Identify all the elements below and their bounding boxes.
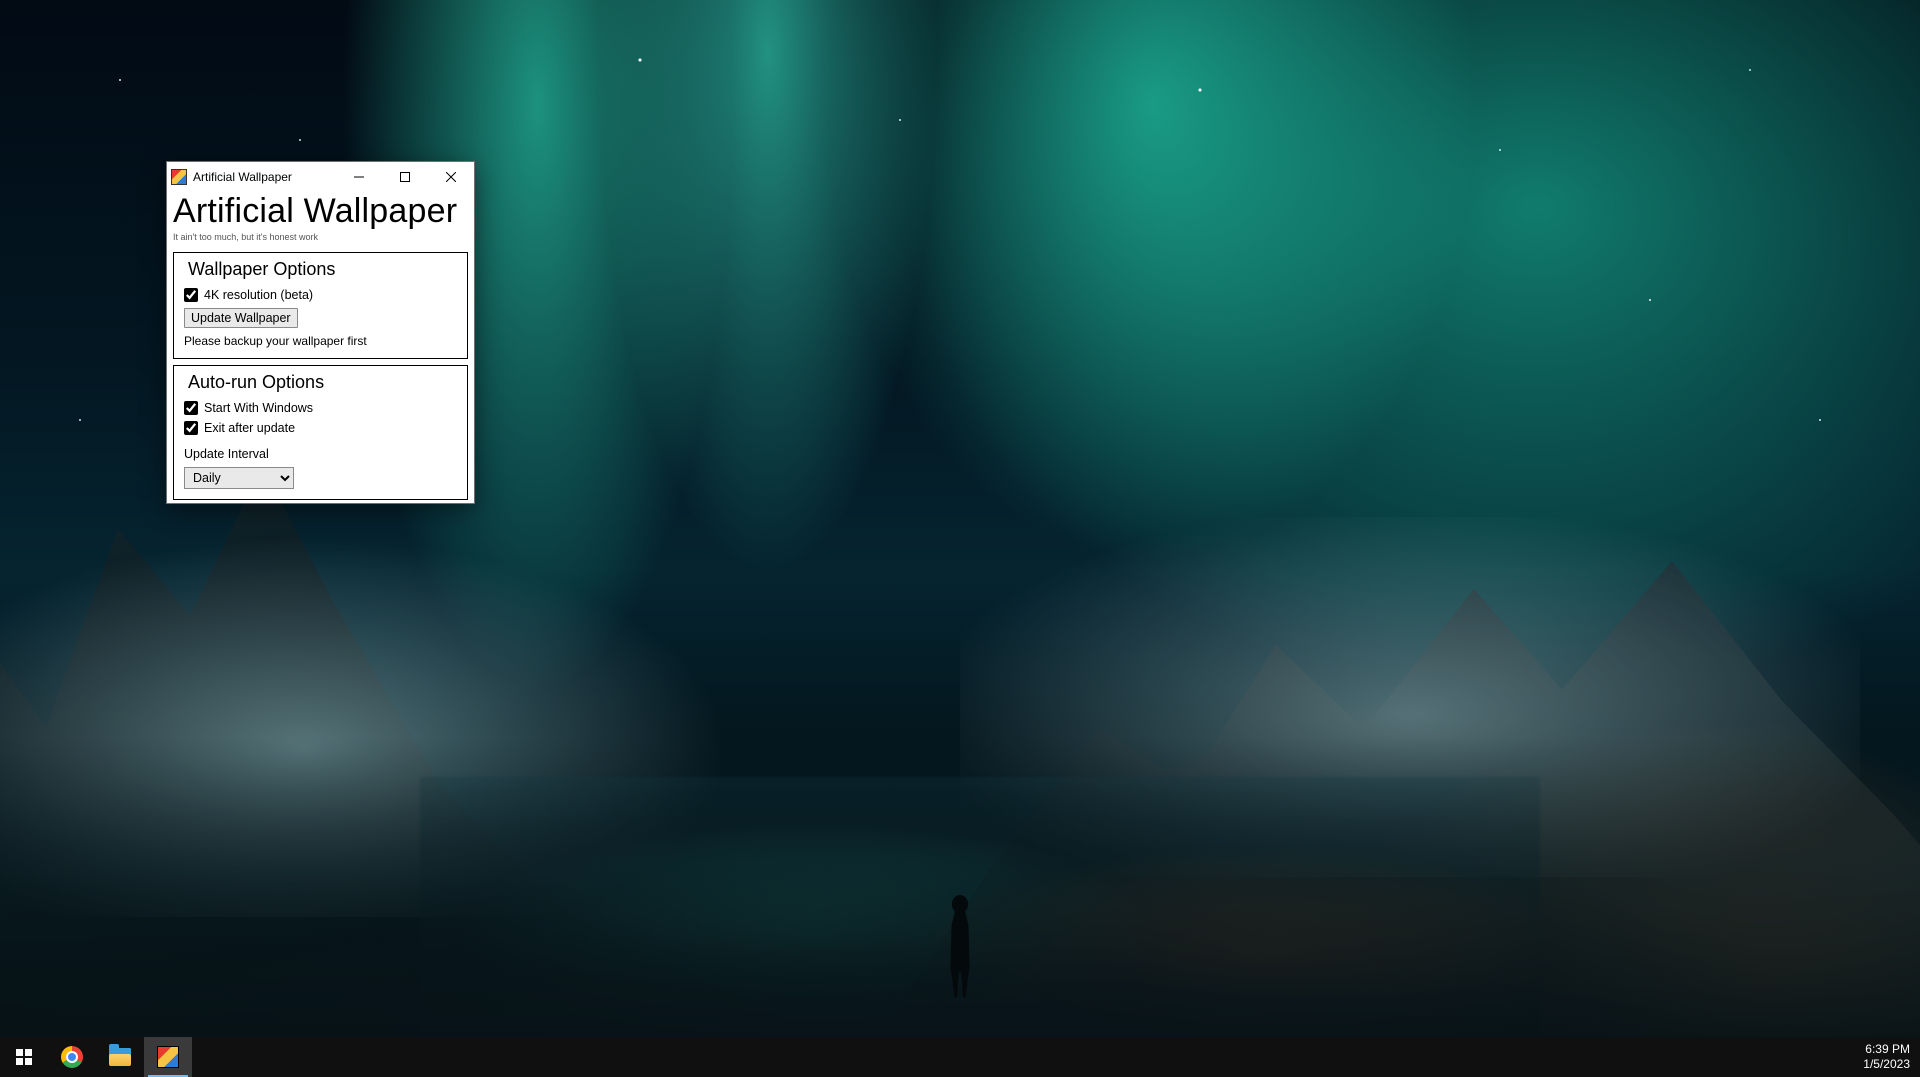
chk-exit-label: Exit after update (204, 421, 295, 435)
backup-hint: Please backup your wallpaper first (184, 334, 457, 348)
chk-4k[interactable] (184, 288, 198, 302)
app-heading: Artificial Wallpaper (173, 194, 468, 230)
close-icon (446, 172, 456, 182)
minimize-icon (354, 172, 364, 182)
windows-logo-icon (16, 1049, 32, 1065)
update-interval-select[interactable]: Daily (184, 467, 294, 489)
chk-exit-after-update[interactable] (184, 421, 198, 435)
wallpaper-options-title: Wallpaper Options (184, 259, 457, 280)
chk-start-with-windows[interactable] (184, 401, 198, 415)
chk-4k-label: 4K resolution (beta) (204, 288, 313, 302)
autorun-options-title: Auto-run Options (184, 372, 457, 393)
taskbar-artificial-wallpaper[interactable] (144, 1037, 192, 1077)
taskbar[interactable]: 6:39 PM 1/5/2023 (0, 1037, 1920, 1077)
titlebar[interactable]: Artificial Wallpaper (167, 162, 474, 192)
chk-start-label: Start With Windows (204, 401, 313, 415)
window-title: Artificial Wallpaper (193, 170, 292, 184)
close-button[interactable] (428, 162, 474, 192)
maximize-icon (400, 172, 410, 182)
clock-time: 6:39 PM (1863, 1042, 1910, 1057)
window-content: Artificial Wallpaper It ain't too much, … (167, 192, 474, 508)
app-window[interactable]: Artificial Wallpaper Artificial Wallpape… (166, 161, 475, 504)
autorun-options-group: Auto-run Options Start With Windows Exit… (173, 365, 468, 500)
chk-start-row[interactable]: Start With Windows (184, 401, 457, 415)
update-wallpaper-button[interactable]: Update Wallpaper (184, 308, 298, 328)
system-clock[interactable]: 6:39 PM 1/5/2023 (1863, 1042, 1910, 1072)
clock-date: 1/5/2023 (1863, 1057, 1910, 1072)
artificial-wallpaper-icon (157, 1046, 179, 1068)
file-explorer-icon (109, 1048, 131, 1066)
wallpaper-options-group: Wallpaper Options 4K resolution (beta) U… (173, 252, 468, 359)
desktop-wallpaper[interactable]: Artificial Wallpaper Artificial Wallpape… (0, 0, 1920, 1037)
start-button[interactable] (0, 1037, 48, 1077)
chk-exit-row[interactable]: Exit after update (184, 421, 457, 435)
chrome-icon (61, 1046, 83, 1068)
taskbar-right[interactable]: 6:39 PM 1/5/2023 (1857, 1037, 1920, 1077)
minimize-button[interactable] (336, 162, 382, 192)
app-icon (171, 169, 187, 185)
taskbar-chrome[interactable] (48, 1037, 96, 1077)
update-interval-label: Update Interval (184, 447, 457, 461)
taskbar-left (0, 1037, 192, 1077)
chk-4k-row[interactable]: 4K resolution (beta) (184, 288, 457, 302)
taskbar-file-explorer[interactable] (96, 1037, 144, 1077)
app-subtitle: It ain't too much, but it's honest work (173, 232, 468, 242)
lone-figure (940, 877, 980, 997)
maximize-button[interactable] (382, 162, 428, 192)
